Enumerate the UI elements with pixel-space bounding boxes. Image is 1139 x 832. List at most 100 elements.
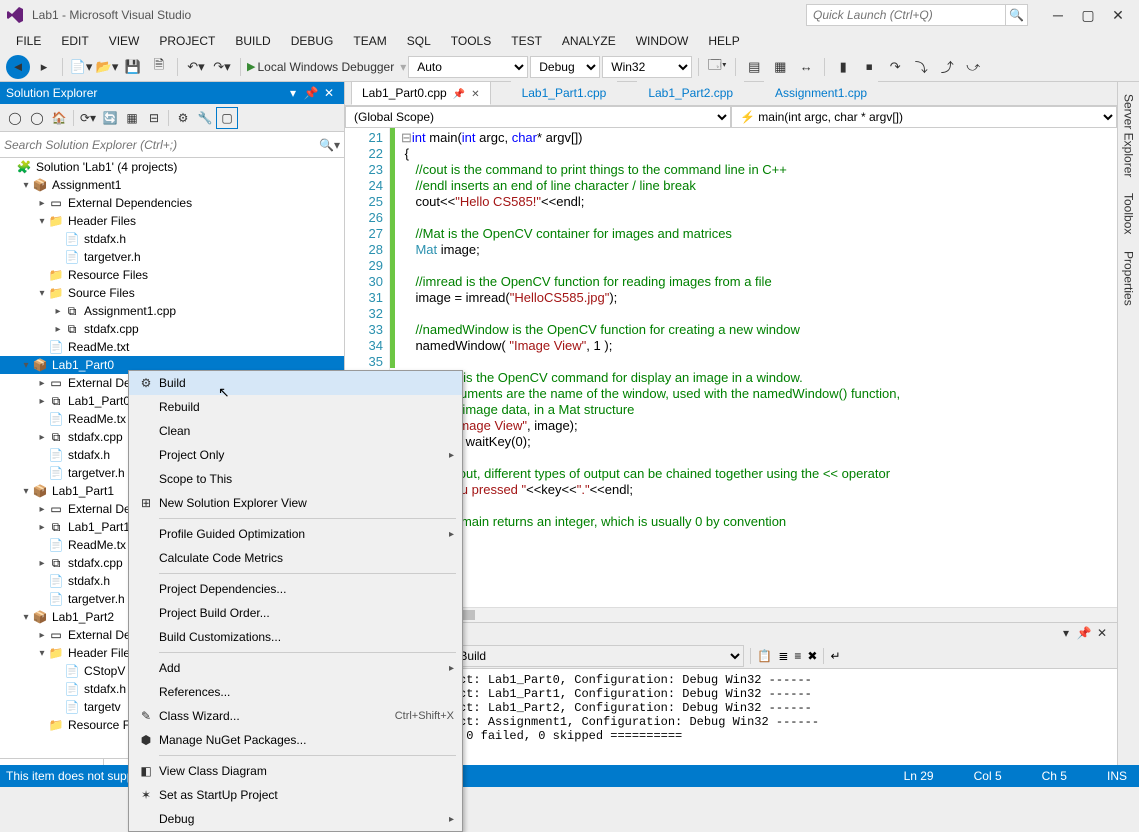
editor-tab[interactable]: Lab1_Part0.cpp📌✕ [351,81,491,105]
nav-forward-button[interactable]: ▸ [32,55,56,79]
context-rebuild[interactable]: Rebuild [129,395,462,419]
toolbar-icon-2[interactable]: ▤ [742,55,766,79]
context-clean[interactable]: Clean [129,419,462,443]
se-preview-button[interactable]: ▢ [216,107,238,129]
toolbar-icon-9[interactable]: ⤴ [935,55,959,79]
toolbar-icon-4[interactable]: ↔ [794,55,818,79]
maximize-button[interactable]: ▢ [1073,5,1103,25]
se-wrench-button[interactable]: 🔧 [194,107,216,129]
side-tab-toolbox[interactable]: Toolbox [1120,187,1138,240]
tree-item[interactable]: 📄targetver.h [0,248,344,266]
minimize-button[interactable]: ─ [1043,5,1073,25]
menu-edit[interactable]: EDIT [51,32,98,50]
se-properties-button[interactable]: ⚙ [172,107,194,129]
menu-team[interactable]: TEAM [343,32,396,50]
side-tab-properties[interactable]: Properties [1120,245,1138,312]
output-goto-button[interactable]: 📋 [757,649,772,663]
project-context-menu[interactable]: ⚙BuildRebuildCleanProject Only▸Scope to … [128,370,463,832]
toolbar-icon-6[interactable]: ⏹ [857,55,881,79]
se-back-button[interactable]: ◯ [4,107,26,129]
context-new-solution-explorer-view[interactable]: ⊞New Solution Explorer View [129,491,462,515]
output-dropdown-button[interactable]: ▾ [1057,626,1075,640]
context-project-dependencies[interactable]: Project Dependencies... [129,577,462,601]
output-pin-button[interactable]: 📌 [1075,626,1093,640]
scope-left-select[interactable]: (Global Scope) [345,106,731,128]
menu-project[interactable]: PROJECT [149,32,225,50]
menu-test[interactable]: TEST [501,32,552,50]
output-wrap-button[interactable]: ↵ [830,649,840,663]
panel-close-button[interactable]: ✕ [320,86,338,100]
tree-item[interactable]: ▸⧉stdafx.cpp [0,320,344,338]
menu-sql[interactable]: SQL [397,32,441,50]
close-button[interactable]: ✕ [1103,5,1133,25]
quick-launch-input[interactable] [806,4,1006,26]
tree-item[interactable]: 🧩Solution 'Lab1' (4 projects) [0,158,344,176]
redo-button[interactable]: ↷▾ [210,55,234,79]
side-tab-server-explorer[interactable]: Server Explorer [1120,88,1138,183]
menu-window[interactable]: WINDOW [626,32,699,50]
editor-tab[interactable]: Lab1_Part1.cpp [511,81,618,105]
search-icon[interactable]: 🔍 [1006,4,1028,26]
se-showall-button[interactable]: ▦ [121,107,143,129]
menu-tools[interactable]: TOOLS [441,32,501,50]
undo-button[interactable]: ↶▾ [184,55,208,79]
se-refresh-button[interactable]: 🔄 [99,107,121,129]
toolbar-icon-10[interactable]: ⤻ [961,55,985,79]
context-references[interactable]: References... [129,680,462,704]
menu-help[interactable]: HELP [698,32,749,50]
output-close-button[interactable]: ✕ [1093,626,1111,640]
editor-tab[interactable]: Assignment1.cpp [764,81,878,105]
context-calculate-code-metrics[interactable]: Calculate Code Metrics [129,546,462,570]
menu-debug[interactable]: DEBUG [281,32,344,50]
scope-right-select[interactable]: ⚡ main(int argc, char * argv[]) [731,106,1117,128]
context-debug[interactable]: Debug▸ [129,807,462,831]
context-profile-guided-optimization[interactable]: Profile Guided Optimization▸ [129,522,462,546]
tree-item[interactable]: ▾📁Source Files [0,284,344,302]
tree-item[interactable]: ▸⧉Assignment1.cpp [0,302,344,320]
context-add[interactable]: Add▸ [129,656,462,680]
toolbar-icon-3[interactable]: ▦ [768,55,792,79]
menu-view[interactable]: VIEW [99,32,150,50]
tree-item[interactable]: 📄stdafx.h [0,230,344,248]
context-manage-nuget-packages[interactable]: ⬢Manage NuGet Packages... [129,728,462,752]
toolbar-icon-1[interactable]: 🗔▾ [705,55,729,79]
editor-tab[interactable]: Lab1_Part2.cpp [637,81,744,105]
se-sync-button[interactable]: ⟳▾ [77,107,99,129]
context-build[interactable]: ⚙Build [129,371,462,395]
tree-item[interactable]: ▾📁Header Files [0,212,344,230]
toolbar-icon-5[interactable]: ▮ [831,55,855,79]
tree-item[interactable]: 📄ReadMe.txt [0,338,344,356]
context-project-only[interactable]: Project Only▸ [129,443,462,467]
se-forward-button[interactable]: ◯ [26,107,48,129]
toolbar-icon-7[interactable]: ↷ [883,55,907,79]
output-from-select[interactable]: Build [454,645,744,667]
context-scope-to-this[interactable]: Scope to This [129,467,462,491]
output-prev-button[interactable]: ≣ [778,649,788,663]
menu-file[interactable]: FILE [6,32,51,50]
output-next-button[interactable]: ≡ [794,649,801,663]
search-icon[interactable]: 🔍▾ [319,138,340,152]
new-project-button[interactable]: 📄▾ [69,55,93,79]
se-home-button[interactable]: 🏠 [48,107,70,129]
context-build-customizations[interactable]: Build Customizations... [129,625,462,649]
platform-select[interactable]: Win32 [602,56,692,78]
context-view-class-diagram[interactable]: ◧View Class Diagram [129,759,462,783]
nav-back-button[interactable]: ◄ [6,55,30,79]
save-all-button[interactable]: 🗎 [147,55,171,79]
solution-explorer-search-input[interactable] [4,134,319,156]
build-config-select[interactable]: Debug [530,56,600,78]
tree-item[interactable]: ▾📦Assignment1 [0,176,344,194]
context-project-build-order[interactable]: Project Build Order... [129,601,462,625]
output-clear-button[interactable]: ✖ [807,649,817,663]
tree-item[interactable]: ▸▭External Dependencies [0,194,344,212]
toolbar-icon-8[interactable]: ⤵ [909,55,933,79]
code-content[interactable]: ⊟int main(int argc, char* argv[]) { //co… [395,128,1117,607]
se-collapse-button[interactable]: ⊟ [143,107,165,129]
play-icon[interactable]: ▶ [247,60,255,73]
panel-pin-button[interactable]: 📌 [302,86,320,100]
open-file-button[interactable]: 📂▾ [95,55,119,79]
start-debug-button[interactable]: Local Windows Debugger [257,60,398,74]
menu-build[interactable]: BUILD [225,32,280,50]
tree-item[interactable]: 📁Resource Files [0,266,344,284]
panel-dropdown-button[interactable]: ▾ [284,86,302,100]
